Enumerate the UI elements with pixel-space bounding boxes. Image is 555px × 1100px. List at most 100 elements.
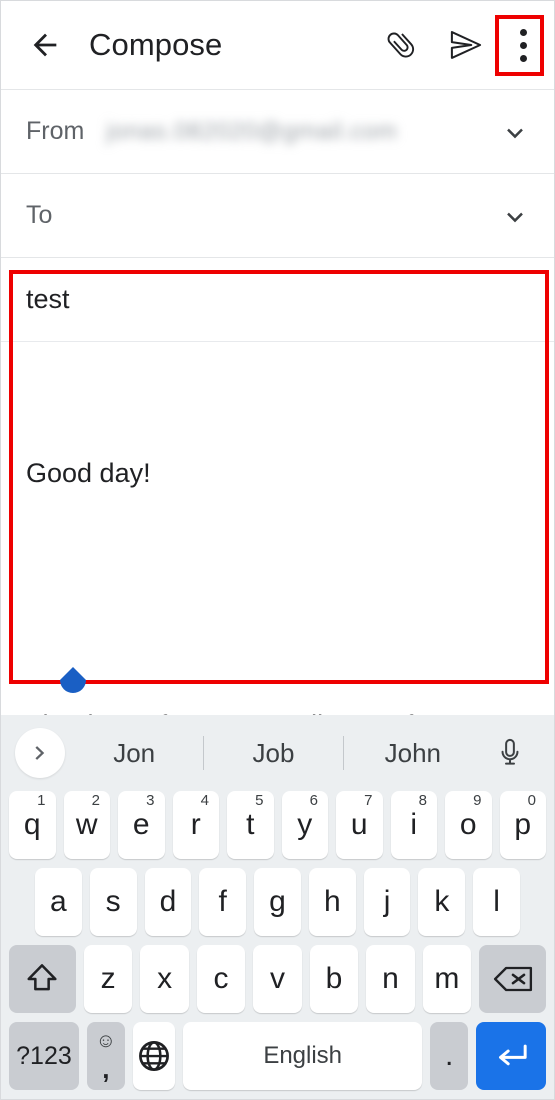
key-p[interactable]: 0p [499, 791, 546, 859]
overflow-menu-icon [520, 28, 527, 62]
key-t[interactable]: 5t [227, 791, 274, 859]
symbols-key[interactable]: ?123 [9, 1022, 79, 1090]
shift-key[interactable] [8, 945, 76, 1013]
arrow-left-icon [33, 33, 57, 57]
key-w-label: w [75, 808, 98, 841]
key-w-number: 2 [91, 792, 100, 809]
key-p-number: 0 [527, 792, 536, 809]
key-a[interactable]: a [34, 868, 82, 936]
space-key[interactable]: English [183, 1022, 423, 1090]
from-email-redacted: jonas.082020@gmail.com [106, 117, 398, 145]
from-expand-button[interactable] [498, 117, 532, 147]
page-title: Compose [89, 27, 223, 62]
key-m[interactable]: m [422, 945, 472, 1013]
key-e-label: e [132, 808, 150, 841]
phone-screen: Compose From jonas.082020@gmail.com To t… [0, 0, 555, 1100]
to-expand-button[interactable] [498, 201, 532, 231]
key-c[interactable]: c [196, 945, 246, 1013]
key-r-label: r [190, 808, 201, 841]
overflow-menu-button[interactable] [499, 16, 548, 75]
key-w[interactable]: 2w [63, 791, 110, 859]
key-o-label: o [459, 808, 477, 841]
subject-input[interactable]: test [1, 258, 554, 342]
text-cursor-handle-icon [60, 667, 86, 693]
key-q-label: q [23, 808, 41, 841]
language-switch-key[interactable] [132, 1022, 176, 1090]
key-e-number: 3 [146, 792, 155, 809]
key-t-number: 5 [255, 792, 264, 809]
key-n[interactable]: n [366, 945, 415, 1013]
key-j[interactable]: j [363, 868, 411, 936]
key-u-number: 7 [364, 792, 373, 809]
emoji-smiley-icon: ☺ [95, 1029, 117, 1052]
key-s[interactable]: s [89, 868, 137, 936]
key-t-label: t [246, 808, 255, 841]
keyboard-row-1: 1q 2w 3e 4r 5t 6y 7u 8i 9o 0p [1, 791, 554, 859]
key-y[interactable]: 6y [281, 791, 328, 859]
app-bar-left: Compose [23, 23, 371, 67]
key-i[interactable]: 8i [390, 791, 437, 859]
key-y-label: y [297, 808, 313, 841]
from-value[interactable]: jonas.082020@gmail.com [106, 118, 498, 146]
app-bar-actions [371, 15, 548, 75]
suggestion-item-1[interactable]: Job [204, 738, 342, 769]
backspace-key[interactable] [479, 945, 547, 1013]
key-k[interactable]: k [418, 868, 466, 936]
to-label: To [26, 201, 53, 229]
text-cursor-handle[interactable] [58, 667, 88, 703]
suggestion-strip: Jon Job John [1, 715, 554, 791]
body-line-greeting: Good day! [26, 458, 151, 488]
keyboard-row-3: z x c v b n m [1, 945, 554, 1013]
period-key[interactable]: . [430, 1022, 469, 1090]
key-i-number: 8 [418, 792, 427, 809]
comma-emoji-key[interactable]: ☺ , [86, 1022, 125, 1090]
key-u-label: u [350, 808, 368, 841]
key-h[interactable]: h [308, 868, 356, 936]
chevron-right-icon [35, 746, 45, 760]
suggestion-item-0[interactable]: Jon [65, 738, 203, 769]
comma-label: , [102, 1053, 110, 1084]
key-q-number: 1 [37, 792, 46, 809]
backspace-icon [493, 966, 532, 992]
keyboard-row-2: a s d f g h j k l [1, 868, 554, 936]
to-field-row[interactable]: To [1, 173, 554, 257]
suggestion-item-2[interactable]: John [344, 738, 482, 769]
key-i-label: i [410, 808, 418, 841]
from-field-row[interactable]: From jonas.082020@gmail.com [1, 89, 554, 173]
microphone-icon [501, 738, 519, 765]
send-button[interactable] [433, 15, 499, 75]
send-icon [450, 31, 482, 59]
key-l[interactable]: l [473, 868, 521, 936]
voice-input-button[interactable] [482, 737, 538, 769]
key-d[interactable]: d [144, 868, 192, 936]
from-label: From [26, 117, 85, 145]
shift-icon [27, 964, 57, 991]
body-blank-line [26, 578, 529, 620]
chevron-down-icon [507, 128, 523, 138]
key-z[interactable]: z [83, 945, 133, 1013]
key-o-number: 9 [473, 792, 482, 809]
enter-key-icon [499, 1044, 527, 1066]
key-r[interactable]: 4r [172, 791, 219, 859]
key-b[interactable]: b [309, 945, 359, 1013]
key-y-number: 6 [309, 792, 318, 809]
key-q[interactable]: 1q [9, 791, 56, 859]
suggestion-list: Jon Job John [65, 736, 482, 770]
key-f[interactable]: f [199, 868, 247, 936]
chevron-down-icon [507, 212, 523, 222]
key-o[interactable]: 9o [445, 791, 492, 859]
comma-emoji-stack: ☺ , [96, 1031, 116, 1082]
attach-button[interactable] [371, 15, 433, 75]
back-button[interactable] [23, 23, 67, 67]
app-bar: Compose [1, 1, 554, 89]
key-e[interactable]: 3e [118, 791, 165, 859]
globe-icon [138, 1041, 169, 1071]
key-g[interactable]: g [254, 868, 301, 936]
suggestions-expand-button[interactable] [15, 728, 65, 778]
key-u[interactable]: 7u [336, 791, 383, 859]
enter-key[interactable] [476, 1022, 547, 1090]
key-r-number: 4 [200, 792, 209, 809]
key-p-label: p [514, 808, 532, 841]
key-x[interactable]: x [140, 945, 189, 1013]
key-v[interactable]: v [253, 945, 302, 1013]
